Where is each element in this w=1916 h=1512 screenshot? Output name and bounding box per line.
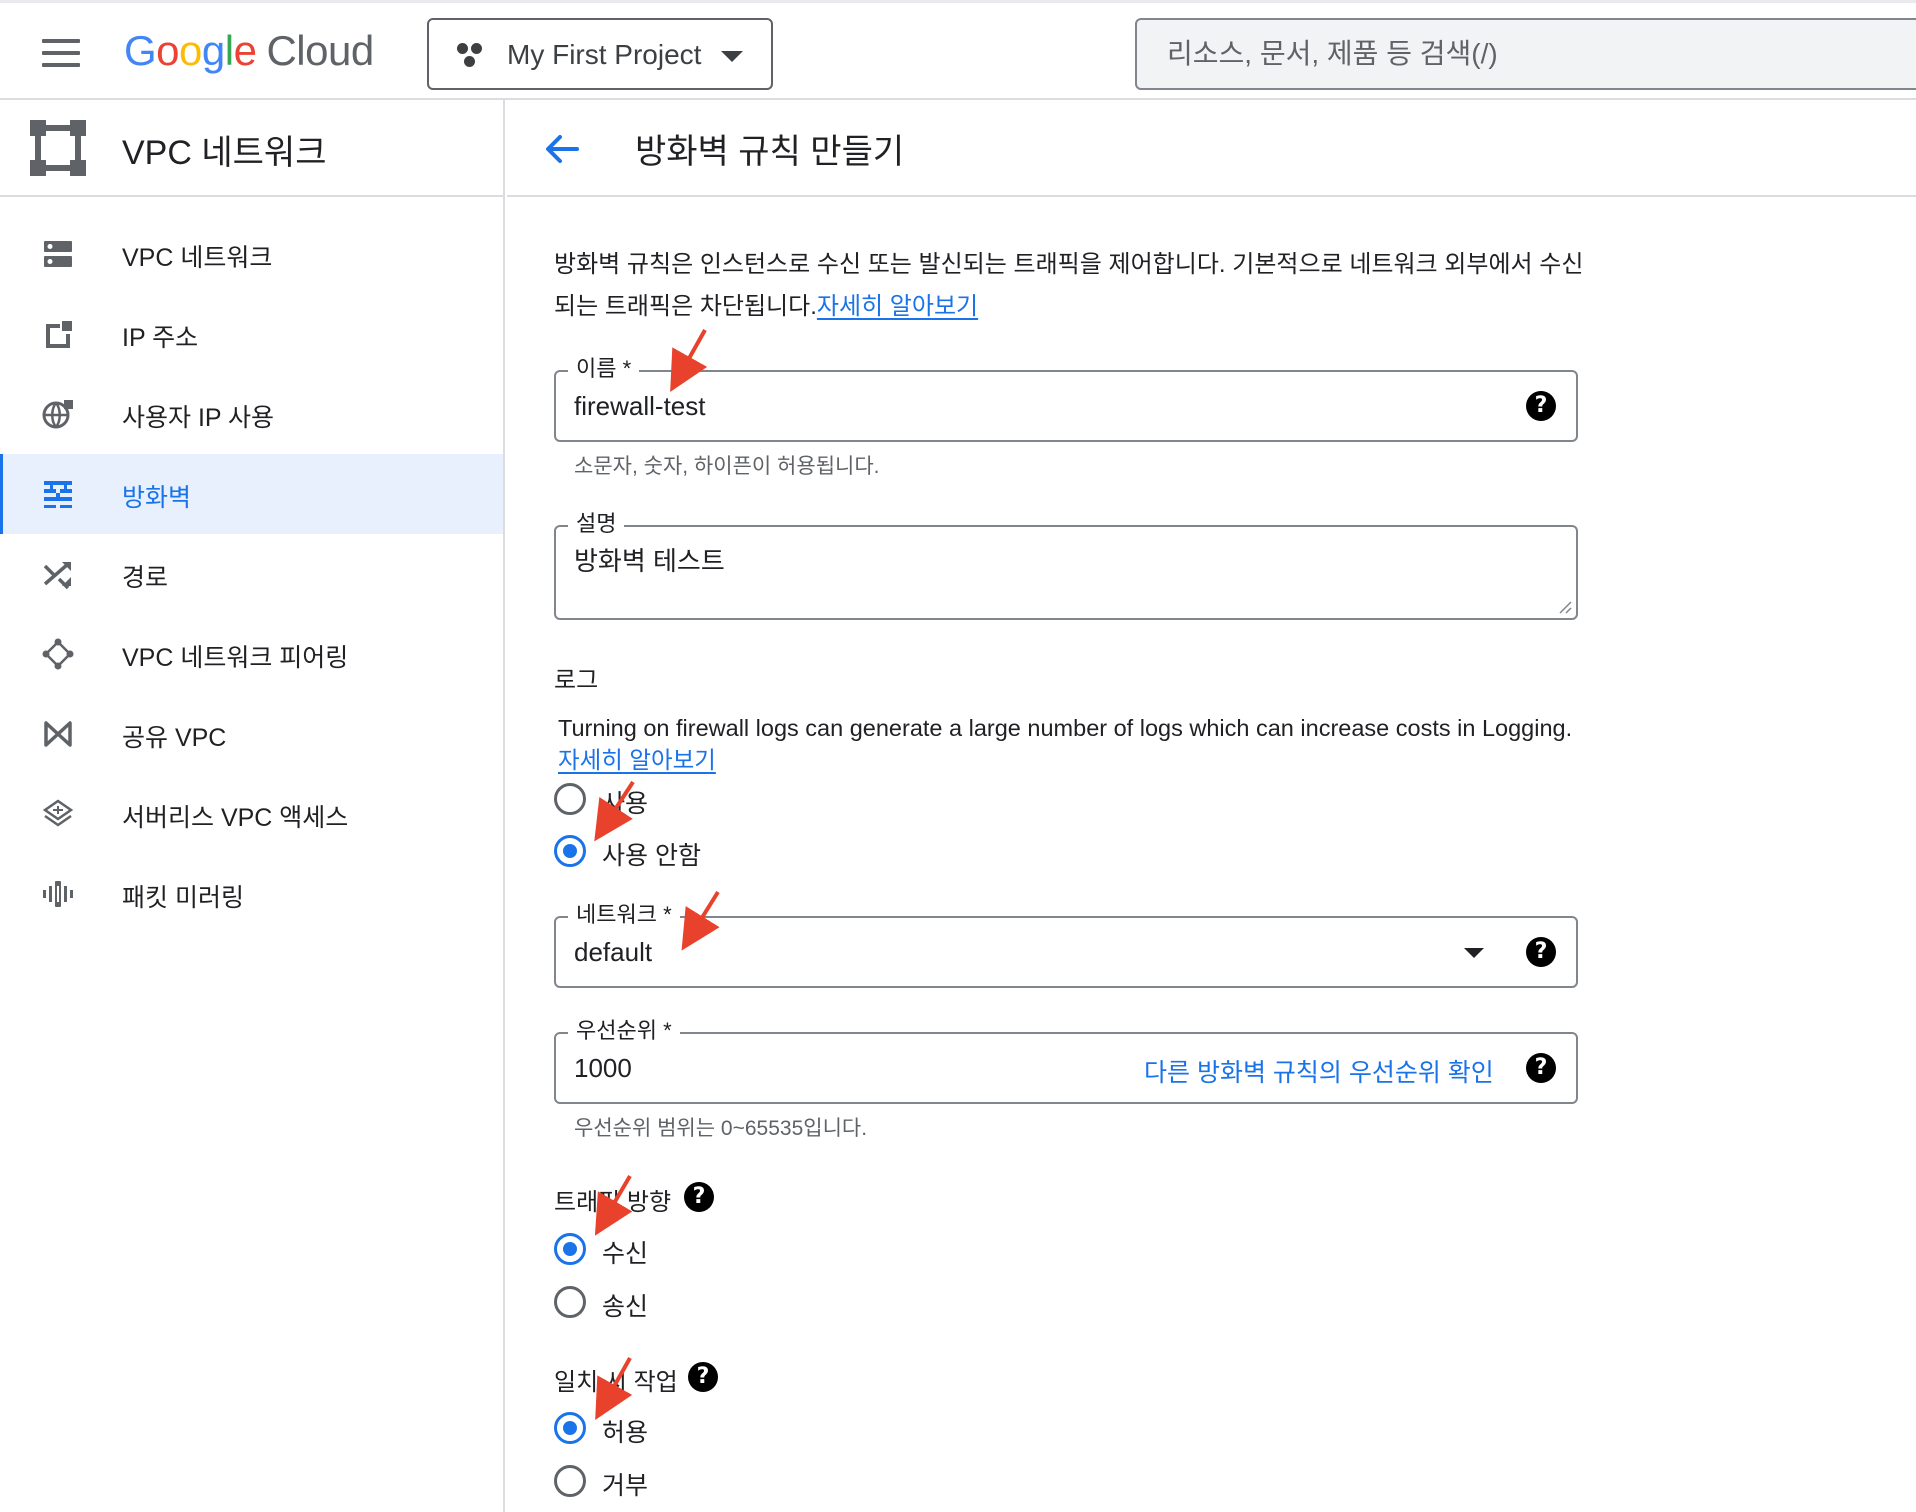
annotation-arrow-action [595, 1357, 633, 1420]
annotation-arrow-direction [594, 1174, 633, 1236]
annotation-arrow-logs [594, 780, 635, 842]
annotation-arrow-network [681, 890, 720, 951]
annotation-arrows-overlay [594, 329, 720, 1420]
annotation-arrow-name [670, 329, 708, 392]
